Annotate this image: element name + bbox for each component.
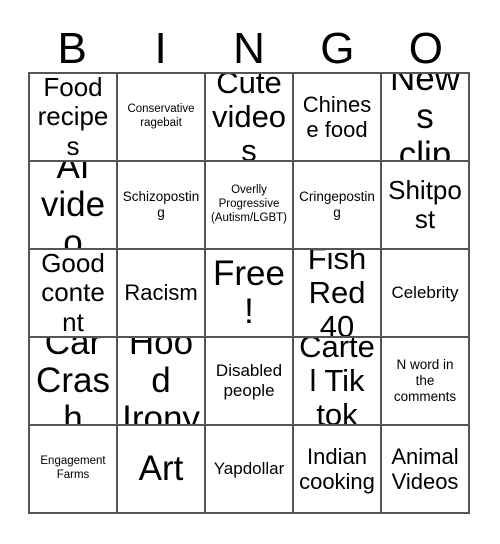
bingo-cell-label: Cringeposting <box>299 188 375 220</box>
bingo-cell[interactable]: Chinese food <box>294 74 382 162</box>
bingo-cell[interactable]: Animal Videos <box>382 426 470 514</box>
bingo-header: B I N G O <box>28 18 470 72</box>
bingo-cell[interactable]: Cute videos <box>206 74 294 162</box>
bingo-cell-label: N word in the comments <box>393 356 457 405</box>
bingo-header-letter-g: G <box>320 24 355 73</box>
bingo-cell-label: Cartel Tik tok <box>299 338 375 426</box>
bingo-cell-label: Car Crash <box>36 338 110 426</box>
bingo-cell-label: Schizoposting <box>122 188 200 220</box>
bingo-cell-label: Hood Irony <box>122 338 200 426</box>
bingo-cell-label: Cute videos <box>211 74 287 162</box>
bingo-header-letter-o: O <box>408 24 443 73</box>
bingo-cell-label: Good content <box>41 250 105 337</box>
bingo-cell[interactable]: Hood Irony <box>118 338 206 426</box>
bingo-cell[interactable]: Conservative ragebait <box>118 74 206 162</box>
bingo-cell[interactable]: Good content <box>30 250 118 338</box>
bingo-cell-label: Shitpost <box>388 174 462 234</box>
bingo-cell-label: Chinese food <box>302 91 372 142</box>
bingo-cell[interactable]: Overlly Progressive (Autism/LGBT) <box>206 162 294 250</box>
bingo-cell-label: Fish Red 40 <box>307 250 367 338</box>
bingo-cell[interactable]: Indian cooking <box>294 426 382 514</box>
bingo-cell[interactable]: Car Crash <box>30 338 118 426</box>
bingo-cell-label: News clip <box>389 74 461 162</box>
bingo-cell-label: Animal Videos <box>391 443 459 494</box>
bingo-cell-label: Yapdollar <box>213 458 285 478</box>
bingo-cell[interactable]: AI video <box>30 162 118 250</box>
bingo-cell[interactable]: Engagement Farms <box>30 426 118 514</box>
bingo-cell-label: AI video <box>40 162 106 250</box>
bingo-cell-label: Overlly Progressive (Autism/LGBT) <box>210 184 288 224</box>
bingo-cell[interactable]: Yapdollar <box>206 426 294 514</box>
bingo-cell-label: Indian cooking <box>299 443 375 494</box>
bingo-cell-label: Disabled people <box>215 360 283 400</box>
bingo-cell[interactable]: Racism <box>118 250 206 338</box>
bingo-cell[interactable]: Cartel Tik tok <box>294 338 382 426</box>
bingo-cell-label: Free! <box>213 254 285 331</box>
bingo-cell-label: Food recipes <box>37 74 109 161</box>
bingo-cell[interactable]: Shitpost <box>382 162 470 250</box>
bingo-card: B I N G O Food recipes Conservative rageb… <box>0 0 500 544</box>
bingo-cell-label: Racism <box>124 280 198 306</box>
bingo-cell-label: Celebrity <box>391 282 459 302</box>
bingo-cell[interactable]: News clip <box>382 74 470 162</box>
bingo-cell[interactable]: N word in the comments <box>382 338 470 426</box>
bingo-cell[interactable]: Schizoposting <box>118 162 206 250</box>
bingo-cell-label: Art <box>138 449 184 489</box>
bingo-cell[interactable]: Disabled people <box>206 338 294 426</box>
bingo-cell-label: Engagement Farms <box>40 455 106 481</box>
bingo-cell[interactable]: Celebrity <box>382 250 470 338</box>
bingo-grid: Food recipes Conservative ragebait Cute vi… <box>28 72 470 514</box>
bingo-cell[interactable]: Free! <box>206 250 294 338</box>
bingo-header-letter-b: B <box>57 24 87 73</box>
bingo-cell[interactable]: Cringeposting <box>294 162 382 250</box>
bingo-cell[interactable]: Fish Red 40 <box>294 250 382 338</box>
bingo-header-letter-n: N <box>233 24 265 73</box>
bingo-cell[interactable]: Art <box>118 426 206 514</box>
bingo-cell[interactable]: Food recipes <box>30 74 118 162</box>
bingo-header-letter-i: I <box>154 24 167 73</box>
bingo-cell-label: Conservative ragebait <box>127 103 195 129</box>
